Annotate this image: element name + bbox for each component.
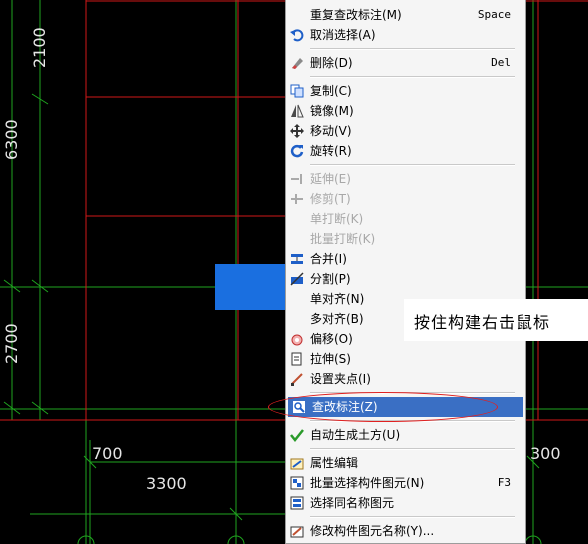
menu-item-label: 重复查改标注(M) <box>310 8 402 22</box>
undo-icon <box>290 29 304 42</box>
menu-item-shortcut: Del <box>491 56 511 69</box>
menu-item-select-same-name[interactable]: 选择同名称图元 <box>286 493 525 513</box>
menu-item-shortcut: F3 <box>497 476 511 489</box>
menu-item-label: 查改标注(Z) <box>312 400 378 414</box>
menu-item-label: 批量选择构件图元(N) <box>310 476 425 490</box>
menu-item-label: 设置夹点(I) <box>310 372 371 386</box>
menu-item-trim[interactable]: 修剪(T) <box>286 189 525 209</box>
menu-item-mirror[interactable]: 镜像(M) <box>286 101 525 121</box>
menu-item-label: 删除(D) <box>310 56 353 70</box>
menu-item-deselect[interactable]: 取消选择(A) <box>286 25 525 45</box>
eraser-icon <box>292 58 303 69</box>
menu-item-label: 修改构件图元名称(Y)... <box>310 524 435 538</box>
menu-separator <box>310 448 515 450</box>
check-annotation-icon <box>293 401 305 413</box>
menu-item-label: 多对齐(B) <box>310 312 364 326</box>
menu-item-delete[interactable]: 删除(D) Del <box>286 53 525 73</box>
callout-text: 按住构建右击鼠标 <box>414 313 551 332</box>
menu-item-set-grip[interactable]: 设置夹点(I) <box>286 369 525 389</box>
dim-label-700: 700 <box>92 444 123 463</box>
menu-item-label: 拉伸(S) <box>310 352 351 366</box>
menu-item-copy[interactable]: 复制(C) <box>286 81 525 101</box>
menu-item-label: 批量打断(K) <box>310 232 376 246</box>
dim-label-300: 300 <box>530 444 561 463</box>
menu-separator <box>310 420 515 422</box>
offset-icon <box>291 334 303 346</box>
menu-separator <box>310 76 515 78</box>
dim-label-6300: 6300 <box>2 119 21 160</box>
menu-item-label: 移动(V) <box>310 124 352 138</box>
stretch-icon <box>291 352 302 366</box>
copy-icon <box>290 84 304 98</box>
dim-label-2700: 2700 <box>2 323 21 364</box>
menu-item-rename-component[interactable]: 修改构件图元名称(Y)... <box>286 521 525 541</box>
menu-item-single-break[interactable]: 单打断(K) <box>286 209 525 229</box>
mirror-icon <box>291 104 304 118</box>
menu-item-extend[interactable]: 延伸(E) <box>286 169 525 189</box>
extend-icon <box>291 174 302 184</box>
batch-select-icon <box>290 476 304 490</box>
menu-item-label: 复制(C) <box>310 84 352 98</box>
menu-item-batch-select[interactable]: 批量选择构件图元(N) F3 <box>286 473 525 493</box>
selected-component[interactable] <box>215 264 287 310</box>
menu-item-label: 合并(I) <box>310 252 347 266</box>
menu-separator <box>310 48 515 50</box>
checkmark-icon <box>290 429 304 442</box>
context-menu: 重复查改标注(M) Space 取消选择(A) 删除(D) Del 复制(C) … <box>285 0 526 544</box>
move-icon <box>290 124 304 138</box>
menu-separator <box>310 392 515 394</box>
menu-item-repeat-check-annotation[interactable]: 重复查改标注(M) Space <box>286 5 525 25</box>
menu-separator <box>310 164 515 166</box>
menu-item-stretch[interactable]: 拉伸(S) <box>286 349 525 369</box>
menu-item-label: 镜像(M) <box>310 104 354 118</box>
menu-item-label: 旋转(R) <box>310 144 352 158</box>
menu-item-move[interactable]: 移动(V) <box>286 121 525 141</box>
menu-item-label: 单打断(K) <box>310 212 364 226</box>
menu-item-label: 取消选择(A) <box>310 28 376 42</box>
menu-item-label: 分割(P) <box>310 272 351 286</box>
menu-item-merge[interactable]: 合并(I) <box>286 249 525 269</box>
menu-item-label: 属性编辑 <box>310 456 359 470</box>
menu-item-label: 单对齐(N) <box>310 292 365 306</box>
merge-icon <box>291 254 303 264</box>
rotate-icon <box>290 144 304 158</box>
menu-item-label: 修剪(T) <box>310 192 351 206</box>
menu-separator <box>310 516 515 518</box>
menu-item-batch-break[interactable]: 批量打断(K) <box>286 229 525 249</box>
trim-icon <box>291 194 303 204</box>
menu-item-check-annotation[interactable]: 查改标注(Z) <box>288 397 523 417</box>
grip-icon <box>291 373 303 386</box>
menu-item-auto-earthwork[interactable]: 自动生成土方(U) <box>286 425 525 445</box>
annotation-callout: 按住构建右击鼠标 <box>404 299 588 341</box>
menu-item-property-edit[interactable]: 属性编辑 <box>286 453 525 473</box>
split-icon <box>290 272 304 286</box>
property-edit-icon <box>290 458 304 470</box>
menu-item-label: 选择同名称图元 <box>310 496 395 510</box>
menu-item-label: 自动生成土方(U) <box>310 428 401 442</box>
menu-item-split[interactable]: 分割(P) <box>286 269 525 289</box>
menu-item-label: 延伸(E) <box>310 172 351 186</box>
menu-item-rotate[interactable]: 旋转(R) <box>286 141 525 161</box>
rename-icon <box>290 526 304 538</box>
menu-item-shortcut: Space <box>477 8 511 21</box>
dim-label-3300: 3300 <box>146 474 187 493</box>
dim-label-2100: 2100 <box>30 27 49 68</box>
menu-item-label: 偏移(O) <box>310 332 353 346</box>
select-same-icon <box>290 496 304 510</box>
